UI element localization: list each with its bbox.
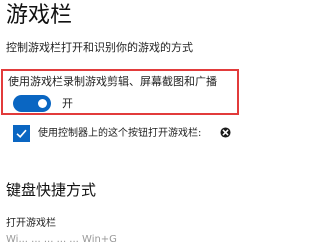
controller-setting-label: 使用控制器上的这个按钮打开游戏栏: [38, 128, 202, 139]
controller-checkbox[interactable] [13, 125, 30, 142]
page-description: 控制游戏栏打开和识别你的游戏的方式 [6, 41, 193, 54]
checkmark-icon [16, 129, 27, 138]
toggle-knob [38, 99, 47, 108]
shortcut-field[interactable]: Wi... ... ... ... ... Win+G [6, 233, 176, 247]
page-title: 游戏栏 [6, 3, 73, 28]
keyboard-section-title: 键盘快捷方式 [6, 181, 97, 199]
xbox-icon [220, 127, 231, 138]
record-toggle[interactable] [13, 95, 51, 112]
toggle-state-label: 开 [62, 97, 73, 110]
open-game-bar-label: 打开游戏栏 [6, 218, 56, 229]
record-setting-label: 使用游戏栏录制游戏剪辑、屏幕截图和广播 [8, 75, 217, 88]
